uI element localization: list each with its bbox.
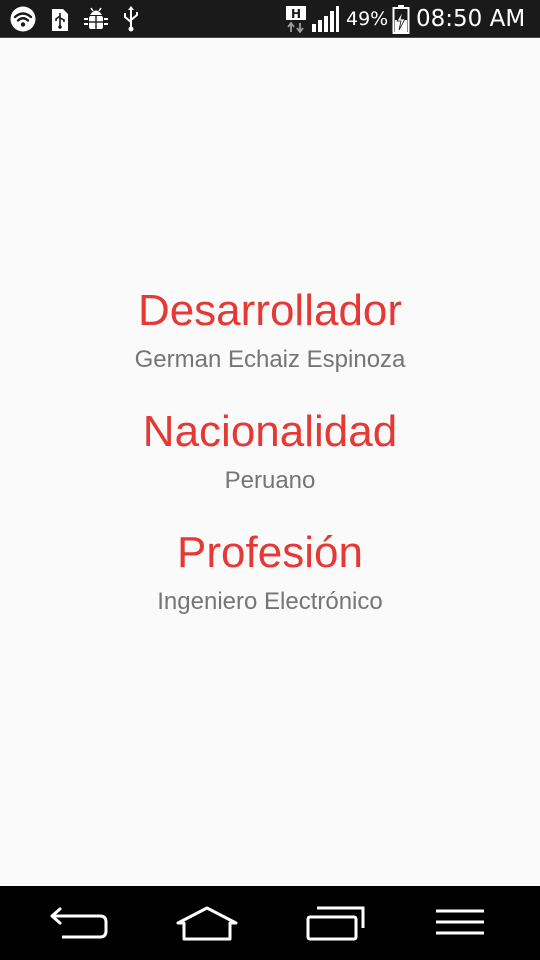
recent-apps-icon [306, 906, 365, 941]
back-icon [50, 907, 108, 939]
profession-value: Ingeniero Electrónico [157, 588, 383, 615]
clock: 08:50 AM [416, 6, 526, 32]
back-button[interactable] [40, 899, 120, 947]
wifi-icon [8, 5, 38, 33]
battery-percentage: 49% [346, 8, 389, 30]
profession-section: Profesión Ingeniero Electrónico [0, 527, 540, 617]
nationality-section: Nacionalidad Peruano [0, 406, 540, 496]
developer-title: Desarrollador [137, 286, 403, 335]
status-bar: H 49% 08:50 AM [0, 0, 540, 38]
home-icon [176, 906, 238, 941]
about-content: Desarrollador German Echaiz Espinoza Nac… [0, 38, 540, 886]
android-debug-icon [81, 5, 111, 33]
menu-button[interactable] [420, 899, 500, 947]
signal-strength-icon [310, 5, 340, 33]
home-button[interactable] [167, 899, 247, 947]
developer-section: Desarrollador German Echaiz Espinoza [0, 285, 540, 375]
navigation-bar [0, 886, 540, 960]
usb-icon [121, 5, 141, 33]
recent-apps-button[interactable] [294, 899, 374, 947]
battery-charging-icon [391, 5, 411, 34]
network-type-label: H [291, 7, 301, 21]
hspa-data-icon: H [284, 5, 308, 33]
usb-storage-icon [48, 5, 72, 33]
nationality-value: Peruano [224, 467, 316, 494]
developer-name: German Echaiz Espinoza [134, 346, 406, 373]
menu-icon [436, 909, 484, 935]
profession-title: Profesión [177, 528, 363, 577]
nationality-title: Nacionalidad [142, 407, 398, 456]
